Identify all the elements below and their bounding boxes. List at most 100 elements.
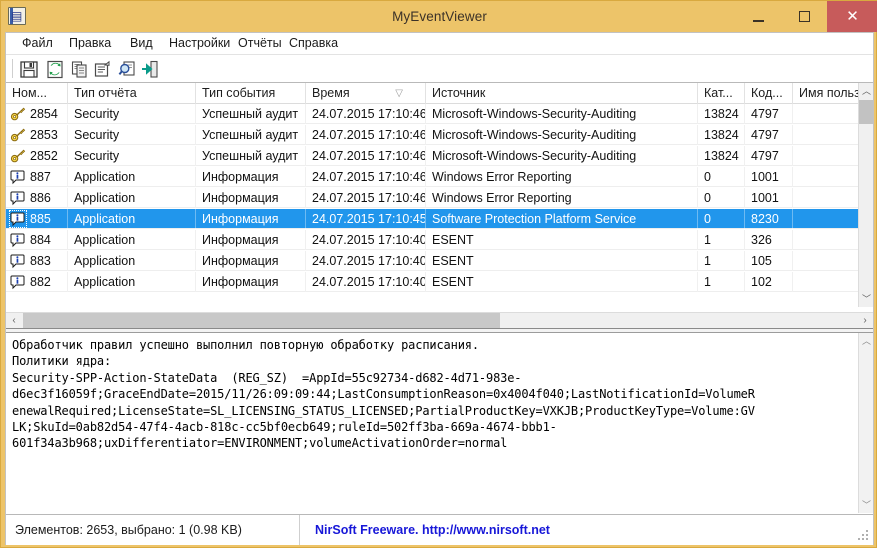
detail-vertical-scrollbar[interactable]: ︿ ﹀ <box>858 333 873 513</box>
table-row[interactable]: 2854 Security Успешный аудит 24.07.2015 17:… <box>6 104 858 124</box>
cell-user <box>793 251 858 271</box>
cell-logtype: Application <box>68 188 196 208</box>
cell-num: 885 <box>6 209 68 229</box>
column-header-category[interactable]: Кат... <box>698 83 745 104</box>
cell-code: 326 <box>745 230 793 250</box>
menu-item-1[interactable]: Правка <box>63 33 117 54</box>
cell-code: 1001 <box>745 167 793 187</box>
cell-code: 105 <box>745 251 793 271</box>
sort-indicator-icon: ▽ <box>395 88 403 99</box>
save-icon[interactable] <box>18 58 40 80</box>
cell-user <box>793 188 858 208</box>
column-header-logtype[interactable]: Тип отчёта <box>68 83 196 104</box>
cell-evtype: Информация <box>196 230 306 250</box>
cell-num: 887 <box>6 167 68 187</box>
nirsoft-link[interactable]: NirSoft Freeware. http://www.nirsoft.net <box>301 515 550 545</box>
cell-logtype: Security <box>68 146 196 166</box>
event-detail-pane[interactable]: Обработчик правил успешно выполнил повто… <box>6 332 873 513</box>
copy-icon[interactable] <box>69 58 91 80</box>
list-rows[interactable]: 2854 Security Успешный аудит 24.07.2015 17:… <box>6 104 858 307</box>
cell-evtype: Успешный аудит <box>196 125 306 145</box>
cell-logtype: Application <box>68 167 196 187</box>
scroll-right-arrow-icon[interactable]: › <box>857 313 873 328</box>
resize-grip-icon[interactable] <box>858 530 870 542</box>
cell-logtype: Application <box>68 209 196 229</box>
refresh-icon[interactable] <box>44 58 66 80</box>
title-bar[interactable]: ▤ MyEventViewer ✕ <box>1 1 877 32</box>
column-header-num[interactable]: Ном... <box>6 83 68 104</box>
cell-logtype: Application <box>68 230 196 250</box>
table-row[interactable]: 883 Application Информация 24.07.2015 17:10… <box>6 251 858 271</box>
cell-category: 13824 <box>698 104 745 124</box>
cell-num: 886 <box>6 188 68 208</box>
detail-scroll-up-arrow-icon[interactable]: ︿ <box>859 333 873 349</box>
find-icon[interactable] <box>117 58 139 80</box>
cell-time: 24.07.2015 17:10:46 <box>306 167 426 187</box>
cell-time: 24.07.2015 17:10:40 <box>306 272 426 292</box>
table-row[interactable]: 884 Application Информация 24.07.2015 17:10… <box>6 230 858 250</box>
table-row[interactable]: 2853 Security Успешный аудит 24.07.2015 17:… <box>6 125 858 145</box>
scroll-left-arrow-icon[interactable]: ‹ <box>6 313 22 328</box>
cell-category: 13824 <box>698 125 745 145</box>
menu-bar: Файл Правка Вид Настройки Отчёты Справка <box>6 33 873 55</box>
cell-category: 1 <box>698 230 745 250</box>
menu-item-2[interactable]: Вид <box>124 33 159 54</box>
table-row[interactable]: 2852 Security Успешный аудит 24.07.2015 17:… <box>6 146 858 166</box>
cell-source: Software Protection Platform Service <box>426 209 698 229</box>
list-header[interactable]: Ном... Тип отчёта Тип события Время ▽ Источни… <box>6 83 873 104</box>
cell-num: 2852 <box>6 146 68 166</box>
column-header-evtype[interactable]: Тип события <box>196 83 306 104</box>
event-detail-text: Обработчик правил успешно выполнил повто… <box>12 338 755 451</box>
exit-icon[interactable] <box>139 58 161 80</box>
menu-item-0[interactable]: Файл <box>16 33 59 54</box>
cell-source: Microsoft-Windows-Security-Auditing <box>426 146 698 166</box>
cell-user <box>793 146 858 166</box>
maximize-button[interactable] <box>781 1 827 32</box>
menu-item-3[interactable]: Настройки <box>163 33 236 54</box>
cell-user <box>793 104 858 124</box>
menu-item-5[interactable]: Справка <box>283 33 344 54</box>
status-bar: Элементов: 2653, выбрано: 1 (0.98 KB) Ni… <box>6 514 873 545</box>
column-header-label: Кат... <box>704 86 733 100</box>
column-header-code[interactable]: Код... <box>745 83 793 104</box>
detail-scroll-down-arrow-icon[interactable]: ﹀ <box>859 497 873 513</box>
column-header-source[interactable]: Источник <box>426 83 698 104</box>
column-header-label: Тип события <box>202 86 276 100</box>
cell-category: 0 <box>698 167 745 187</box>
cell-logtype: Application <box>68 251 196 271</box>
table-row[interactable]: 882 Application Информация 24.07.2015 17:10… <box>6 272 858 292</box>
cell-source: Windows Error Reporting <box>426 188 698 208</box>
table-row[interactable]: 886 Application Информация 24.07.2015 17:10… <box>6 188 858 208</box>
cell-num: 884 <box>6 230 68 250</box>
cell-evtype: Успешный аудит <box>196 104 306 124</box>
minimize-button[interactable] <box>735 1 781 32</box>
cell-num: 2853 <box>6 125 68 145</box>
table-row[interactable]: 887 Application Информация 24.07.2015 17:10… <box>6 167 858 187</box>
cell-evtype: Информация <box>196 251 306 271</box>
cell-source: Windows Error Reporting <box>426 167 698 187</box>
column-header-label: Время <box>312 86 350 100</box>
scroll-down-arrow-icon[interactable]: ﹀ <box>859 291 873 307</box>
cell-user <box>793 230 858 250</box>
scroll-up-arrow-icon[interactable]: ︿ <box>859 83 873 99</box>
cell-evtype: Информация <box>196 209 306 229</box>
column-header-time[interactable]: Время ▽ <box>306 83 426 104</box>
menu-item-4[interactable]: Отчёты <box>232 33 288 54</box>
status-item-count: Элементов: 2653, выбрано: 1 (0.98 KB) <box>6 515 300 545</box>
cell-logtype: Security <box>68 125 196 145</box>
cell-logtype: Application <box>68 272 196 292</box>
cell-category: 1 <box>698 272 745 292</box>
cell-time: 24.07.2015 17:10:40 <box>306 230 426 250</box>
cell-code: 4797 <box>745 146 793 166</box>
list-vertical-scrollbar[interactable]: ︿ ﹀ <box>858 83 873 307</box>
properties-icon[interactable] <box>92 58 114 80</box>
column-header-label: Код... <box>751 86 783 100</box>
cell-time: 24.07.2015 17:10:46 <box>306 188 426 208</box>
table-row[interactable]: 885 Application Информация 24.07.2015 17:10… <box>6 209 858 229</box>
event-list[interactable]: Ном... Тип отчёта Тип события Время ▽ Источни… <box>6 83 873 328</box>
cell-time: 24.07.2015 17:10:40 <box>306 251 426 271</box>
list-horizontal-scrollbar[interactable]: ‹ › <box>6 312 873 328</box>
close-button[interactable]: ✕ <box>827 1 877 32</box>
horizontal-scrollbar-thumb[interactable] <box>23 313 500 328</box>
vertical-scrollbar-thumb[interactable] <box>859 100 873 124</box>
